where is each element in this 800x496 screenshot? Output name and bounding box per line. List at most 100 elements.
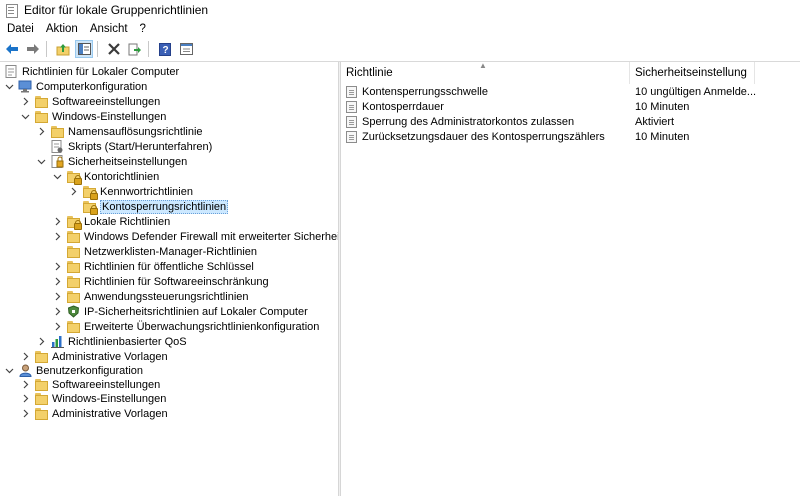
menu-help[interactable]: ? <box>134 23 152 35</box>
tree-label: Kennwortrichtlinien <box>100 185 193 198</box>
folder-icon <box>34 350 48 363</box>
list-row[interactable]: Kontosperrdauer 10 Minuten <box>341 99 689 114</box>
tree-item-c-windows[interactable]: Windows-Einstellungen <box>20 109 166 124</box>
column-header-setting[interactable]: Sicherheitseinstellung <box>630 62 755 84</box>
collapse-chevron-icon[interactable] <box>4 366 14 376</box>
expand-chevron-icon[interactable] <box>20 409 30 419</box>
tree-item-u-windows[interactable]: Windows-Einstellungen <box>20 391 166 406</box>
back-button[interactable] <box>3 40 21 58</box>
collapse-chevron-icon[interactable] <box>52 172 62 182</box>
list-row[interactable]: Sperrung des Administratorkontos zulasse… <box>341 114 674 129</box>
tree-item-c-password[interactable]: Kennwortrichtlinien <box>68 184 193 200</box>
tree-item-c-security[interactable]: Sicherheitseinstellungen <box>36 154 187 169</box>
sort-ascending-icon: ▲ <box>479 61 487 70</box>
expand-chevron-icon[interactable] <box>20 352 30 362</box>
toolbar-separator <box>148 41 149 57</box>
tree-item-c-applocker[interactable]: Anwendungssteuerungsrichtlinien <box>52 289 249 304</box>
user-icon <box>18 364 32 377</box>
tree-label: IP-Sicherheitsrichtlinien auf Lokaler Co… <box>84 305 308 318</box>
policy-name: Kontensperrungsschwelle <box>362 85 488 98</box>
tree-item-c-firewall[interactable]: Windows Defender Firewall mit erweiterte… <box>52 229 343 244</box>
expand-chevron-icon[interactable] <box>36 337 46 347</box>
menu-ansicht[interactable]: Ansicht <box>84 23 134 35</box>
tree-item-c-names[interactable]: Namensauflösungsrichtlinie <box>36 124 203 139</box>
tree-label: Namensauflösungsrichtlinie <box>68 125 203 138</box>
delete-icon <box>108 43 120 55</box>
expand-chevron-icon[interactable] <box>36 127 46 137</box>
script-document-icon <box>50 140 64 153</box>
tree-label: Erweiterte Überwachungsrichtlinienkonfig… <box>84 320 320 333</box>
expand-chevron-icon[interactable] <box>52 322 62 332</box>
tree-pane[interactable]: Richtlinien für Lokaler Computer Compute… <box>0 62 343 496</box>
up-folder-icon <box>56 43 70 55</box>
locked-folder-icon <box>82 185 98 200</box>
tree-label: Softwareeinstellungen <box>52 378 161 391</box>
column-header-label: Richtlinie <box>346 67 393 79</box>
expand-chevron-icon[interactable] <box>52 232 62 242</box>
collapse-chevron-icon[interactable] <box>36 157 46 167</box>
locked-folder-icon <box>66 170 82 185</box>
policy-document-icon <box>4 65 18 78</box>
tree-item-c-qos[interactable]: Richtlinienbasierter QoS <box>36 334 187 349</box>
show-hide-tree-button[interactable] <box>75 40 93 58</box>
properties-button[interactable] <box>177 40 195 58</box>
tree-label: Richtlinien für Softwareeinschränkung <box>84 275 269 288</box>
help-button[interactable]: ? <box>156 40 174 58</box>
tree-item-c-software[interactable]: Softwareeinstellungen <box>20 94 160 109</box>
column-header-label: Sicherheitseinstellung <box>635 67 747 79</box>
show-hide-tree-icon <box>77 43 91 55</box>
policy-setting: 10 Minuten <box>635 100 690 113</box>
expand-chevron-icon[interactable] <box>52 307 62 317</box>
help-icon: ? <box>159 42 171 56</box>
policy-item-icon <box>346 85 357 98</box>
expand-chevron-icon[interactable] <box>52 262 62 272</box>
list-row[interactable]: Zurücksetzungsdauer des Kontosperrungszä… <box>341 129 689 144</box>
tree-label: Administrative Vorlagen <box>52 407 168 420</box>
folder-icon <box>34 378 48 391</box>
policy-item-icon <box>346 130 357 143</box>
tree-item-root[interactable]: Richtlinien für Lokaler Computer <box>4 64 179 79</box>
collapse-chevron-icon[interactable] <box>4 82 14 92</box>
tree-item-c-scripts[interactable]: Skripts (Start/Herunterfahren) <box>50 139 212 154</box>
tree-item-u-software[interactable]: Softwareeinstellungen <box>20 377 160 392</box>
tree-label: Kontosperrungsrichtlinien <box>100 199 229 214</box>
expand-chevron-icon[interactable] <box>52 277 62 287</box>
folder-icon <box>34 407 48 420</box>
tree-item-c-srp[interactable]: Richtlinien für Softwareeinschränkung <box>52 274 269 289</box>
folder-icon <box>66 245 80 258</box>
expand-chevron-icon[interactable] <box>52 217 62 227</box>
folder-icon <box>66 290 80 303</box>
tree-item-c-audit[interactable]: Erweiterte Überwachungsrichtlinienkonfig… <box>52 319 319 334</box>
tree-item-c-ipsec[interactable]: IP-Sicherheitsrichtlinien auf Lokaler Co… <box>52 304 308 319</box>
expand-chevron-icon[interactable] <box>52 292 62 302</box>
tree-item-c-account[interactable]: Kontorichtlinien <box>52 169 159 185</box>
policy-setting: 10 Minuten <box>635 130 690 143</box>
tree-item-c-lockout[interactable]: Kontosperrungsrichtlinien <box>82 199 229 215</box>
expand-chevron-icon[interactable] <box>20 97 30 107</box>
forward-icon <box>27 44 39 54</box>
delete-button[interactable] <box>105 40 123 58</box>
expand-chevron-icon[interactable] <box>68 187 78 197</box>
expand-chevron-icon[interactable] <box>20 380 30 390</box>
folder-icon <box>50 125 64 138</box>
list-row[interactable]: Kontensperrungsschwelle 10 ungültigen An… <box>341 84 756 99</box>
expand-chevron-icon[interactable] <box>20 394 30 404</box>
toolbar-separator <box>46 41 47 57</box>
up-folder-button[interactable] <box>54 40 72 58</box>
tree-item-c-admin[interactable]: Administrative Vorlagen <box>20 349 168 364</box>
tree-item-computer[interactable]: Computerkonfiguration <box>4 79 147 94</box>
menu-datei[interactable]: Datei <box>0 23 40 35</box>
tree-item-c-pubkey[interactable]: Richtlinien für öffentliche Schlüssel <box>52 259 254 274</box>
tree-item-u-admin[interactable]: Administrative Vorlagen <box>20 406 168 421</box>
export-list-button[interactable] <box>126 40 144 58</box>
tree-item-c-local[interactable]: Lokale Richtlinien <box>52 214 170 230</box>
tree-item-user[interactable]: Benutzerkonfiguration <box>4 363 143 378</box>
column-header-policy[interactable]: Richtlinie ▲ <box>341 61 630 84</box>
forward-button[interactable] <box>24 40 42 58</box>
window-title: Editor für lokale Gruppenrichtlinien <box>24 3 209 17</box>
collapse-chevron-icon[interactable] <box>20 112 30 122</box>
tree-item-c-netlist[interactable]: Netzwerklisten-Manager-Richtlinien <box>66 244 257 259</box>
policy-list-pane: Richtlinie ▲ Sicherheitseinstellung Kont… <box>341 61 800 496</box>
menu-aktion[interactable]: Aktion <box>40 23 84 35</box>
back-icon <box>6 44 18 54</box>
